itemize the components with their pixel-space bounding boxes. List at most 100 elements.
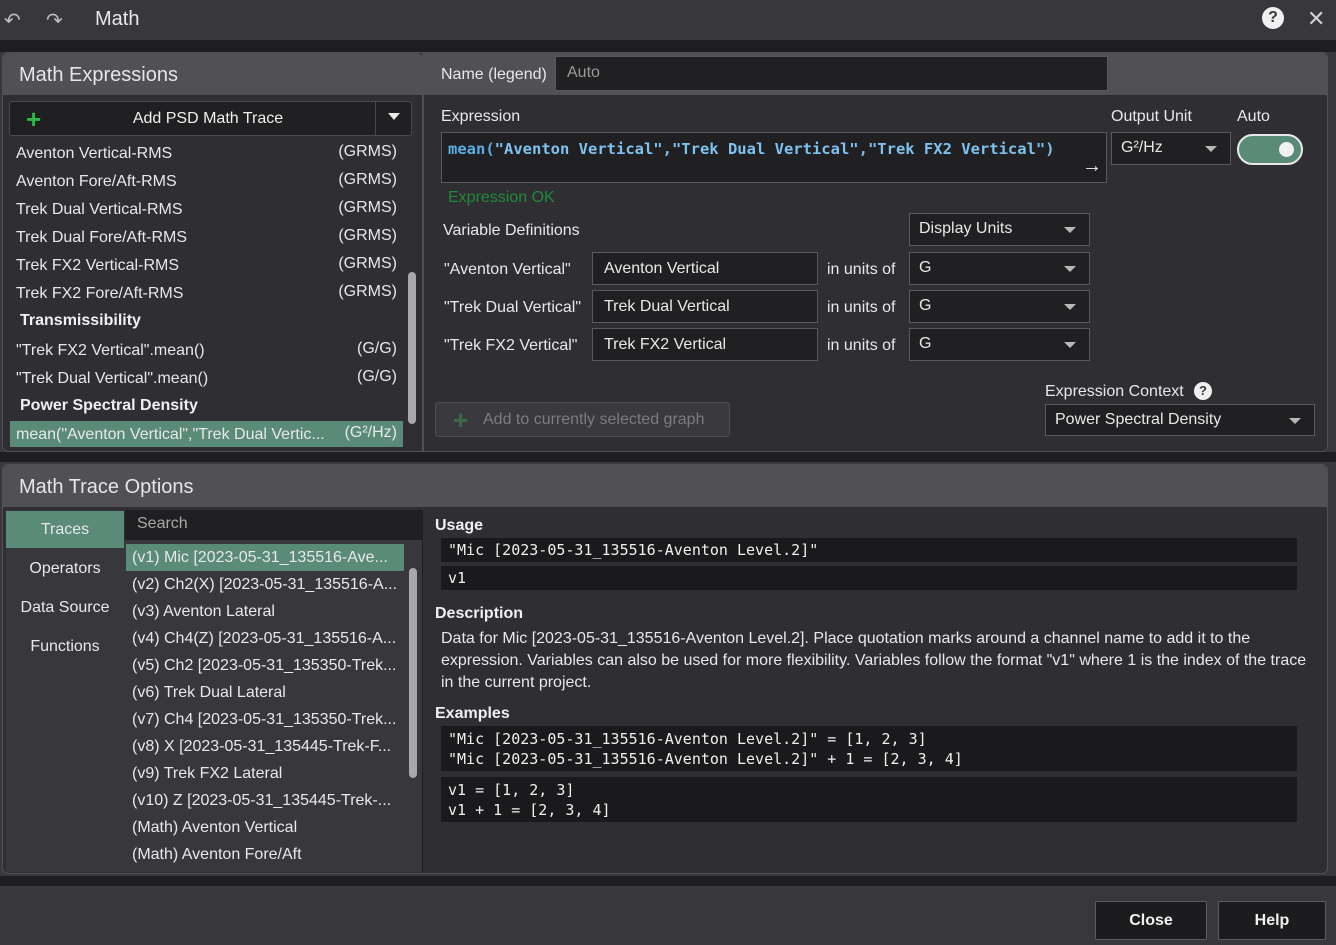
add-psd-math-trace-button[interactable]: + Add PSD Math Trace [9, 101, 412, 136]
expression-unit: (GRMS) [338, 227, 397, 244]
usage-title: Usage [435, 517, 484, 534]
category-traces[interactable]: Traces [6, 511, 124, 548]
output-unit-dropdown[interactable]: G²/Hz [1111, 132, 1231, 165]
close-icon[interactable]: ✕ [1307, 6, 1325, 32]
variable-value-input[interactable]: Trek FX2 Vertical [592, 328, 818, 361]
usage-line: v1 [448, 569, 467, 587]
expression-unit: (G/G) [357, 368, 397, 385]
variable-definitions-label: Variable Definitions [443, 222, 580, 239]
close-button[interactable]: Close [1095, 901, 1207, 940]
traces-scrollbar[interactable] [409, 568, 417, 778]
description-title: Description [435, 605, 524, 622]
redo-icon[interactable]: ↷ [46, 8, 63, 33]
expression-name: Trek FX2 Vertical-RMS [16, 257, 179, 274]
trace-item[interactable]: (v7) Ch4 [2023-05-31_135350-Trek... [126, 706, 404, 733]
variable-value-input[interactable]: Trek Dual Vertical [592, 290, 818, 323]
category-operators[interactable]: Operators [6, 550, 124, 587]
trace-label: (v4) Ch4(Z) [2023-05-31_135516-A... [132, 630, 397, 647]
expression-name: Trek FX2 Fore/Aft-RMS [16, 285, 184, 302]
add-to-graph-button[interactable]: + Add to currently selected graph [435, 402, 730, 437]
help-label: Help [1254, 912, 1290, 929]
search-input[interactable]: Search [125, 510, 422, 540]
undo-icon[interactable]: ↶ [4, 8, 21, 33]
expression-item[interactable]: Aventon Vertical-RMS (GRMS) [10, 140, 403, 166]
expression-item[interactable]: Aventon Fore/Aft-RMS (GRMS) [10, 168, 403, 194]
variable-unit-dropdown[interactable]: G [909, 328, 1090, 361]
chevron-down-icon[interactable] [388, 113, 400, 120]
trace-item[interactable]: (v8) X [2023-05-31_135445-Trek-F... [126, 733, 404, 760]
expression-label: Expression [441, 108, 521, 125]
variable-value: Trek FX2 Vertical [604, 336, 727, 353]
panel-divider [0, 452, 1336, 462]
expression-name: Aventon Fore/Aft-RMS [16, 173, 177, 190]
footer-divider [0, 876, 1336, 886]
trace-item-selected[interactable]: (v1) Mic [2023-05-31_135516-Ave... [126, 544, 404, 571]
expression-name: Trek Dual Fore/Aft-RMS [16, 229, 187, 246]
expression-unit: (G/G) [357, 340, 397, 357]
title-divider [0, 40, 1336, 52]
category-label: Operators [29, 560, 101, 577]
name-legend-input[interactable]: Auto [555, 56, 1108, 91]
in-units-of-label: in units of [827, 261, 896, 278]
trace-item[interactable]: (v10) Z [2023-05-31_135445-Trek-... [126, 787, 404, 814]
expressions-title: Math Expressions [19, 64, 178, 86]
trace-item[interactable]: (Math) Aventon Vertical [126, 814, 404, 841]
expressions-divider [422, 95, 424, 451]
display-units-value: Display Units [919, 220, 1013, 237]
variable-value-input[interactable]: Aventon Vertical [592, 252, 818, 285]
chevron-down-icon [1064, 304, 1076, 310]
trace-label: (v3) Aventon Lateral [132, 603, 275, 620]
help-icon[interactable]: ? [1194, 382, 1212, 400]
auto-toggle[interactable] [1237, 134, 1303, 165]
expression-context-dropdown[interactable]: Power Spectral Density [1045, 404, 1315, 436]
button-separator [375, 102, 376, 135]
title-bar: ↶ ↷ Math ? ✕ [0, 0, 1336, 40]
trace-item[interactable]: (Math) Aventon Fore/Aft [126, 841, 404, 868]
example-code-name: "Mic [2023-05-31_135516-Aventon Level.2]… [441, 726, 1297, 771]
trace-item[interactable]: (v9) Trek FX2 Lateral [126, 760, 404, 787]
trace-item[interactable]: (v5) Ch2 [2023-05-31_135350-Trek... [126, 652, 404, 679]
expression-name: "Trek Dual Vertical".mean() [16, 370, 209, 387]
variable-unit-dropdown[interactable]: G [909, 290, 1090, 323]
help-icon[interactable]: ? [1262, 7, 1284, 29]
expression-input[interactable]: mean("Aventon Vertical","Trek Dual Verti… [441, 132, 1107, 183]
variable-unit-dropdown[interactable]: G [909, 252, 1090, 285]
expression-item[interactable]: "Trek Dual Vertical".mean() (G/G) [10, 365, 403, 391]
expression-item[interactable]: Trek FX2 Vertical-RMS (GRMS) [10, 252, 403, 278]
group-psd: Power Spectral Density [20, 397, 198, 414]
category-label: Data Source [20, 599, 110, 616]
name-legend-placeholder: Auto [567, 64, 600, 81]
category-functions[interactable]: Functions [6, 628, 124, 665]
usage-code-name: "Mic [2023-05-31_135516-Aventon Level.2]… [441, 538, 1297, 562]
arrow-right-icon[interactable]: → [1082, 155, 1102, 178]
expression-context-value: Power Spectral Density [1055, 411, 1222, 428]
add-to-graph-label: Add to currently selected graph [483, 411, 705, 428]
expressions-scrollbar[interactable] [408, 272, 416, 424]
expression-item[interactable]: Trek FX2 Fore/Aft-RMS (GRMS) [10, 280, 403, 306]
expression-item[interactable]: Trek Dual Vertical-RMS (GRMS) [10, 196, 403, 222]
expression-item-selected[interactable]: mean("Aventon Vertical","Trek Dual Verti… [10, 421, 403, 447]
category-data-source[interactable]: Data Source [6, 589, 124, 626]
help-button[interactable]: Help [1218, 901, 1326, 940]
window-title: Math [95, 8, 140, 30]
example-code-variable: v1 = [1, 2, 3] v1 + 1 = [2, 3, 4] [441, 777, 1297, 822]
chevron-down-icon [1064, 266, 1076, 272]
expression-item[interactable]: "Trek FX2 Vertical".mean() (G/G) [10, 337, 403, 363]
display-units-dropdown[interactable]: Display Units [909, 213, 1090, 246]
trace-item[interactable]: (v6) Trek Dual Lateral [126, 679, 404, 706]
trace-item[interactable]: (v4) Ch4(Z) [2023-05-31_135516-A... [126, 625, 404, 652]
trace-label: (v8) X [2023-05-31_135445-Trek-F... [132, 738, 392, 755]
trace-item[interactable]: (v3) Aventon Lateral [126, 598, 404, 625]
variable-name: "Trek FX2 Vertical" [444, 337, 578, 354]
usage-line: "Mic [2023-05-31_135516-Aventon Level.2]… [448, 541, 819, 559]
trace-label: (v6) Trek Dual Lateral [132, 684, 286, 701]
expression-arguments: "Aventon Vertical","Trek Dual Vertical",… [494, 140, 1055, 158]
trace-label: (v5) Ch2 [2023-05-31_135350-Trek... [132, 657, 397, 674]
chevron-down-icon [1064, 342, 1076, 348]
variable-unit: G [919, 297, 932, 314]
expression-item[interactable]: Trek Dual Fore/Aft-RMS (GRMS) [10, 224, 403, 250]
trace-item[interactable]: (v2) Ch2(X) [2023-05-31_135516-A... [126, 571, 404, 598]
variable-value: Trek Dual Vertical [604, 298, 730, 315]
auto-label: Auto [1237, 108, 1270, 125]
expression-unit: (GRMS) [338, 283, 397, 300]
